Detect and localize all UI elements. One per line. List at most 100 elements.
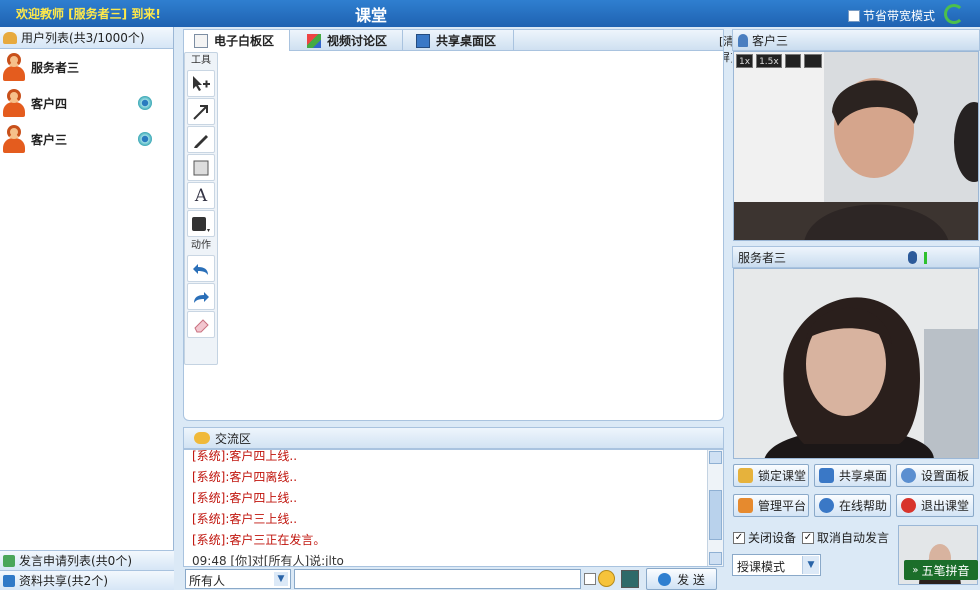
close-device-checkbox[interactable]: ✓ [733, 531, 745, 544]
camera-icon[interactable] [138, 96, 152, 110]
tab-label: 视频讨论区 [327, 34, 388, 48]
camera-icon[interactable] [138, 132, 152, 146]
welcome-text: 欢迎教师 [服务者三] 到来! [16, 7, 161, 21]
hand-icon [3, 554, 15, 567]
mode-value: 授课模式 [737, 560, 786, 574]
user-name: 客户四 [31, 96, 68, 111]
speak-request-list-header[interactable]: 发言申请列表(共0个) [0, 550, 174, 570]
share-desktop-button[interactable]: 共享桌面 [814, 464, 891, 487]
bold-checkbox[interactable] [584, 573, 596, 585]
user-list-title: 用户列表(共3/1000个) [21, 31, 145, 45]
user-row[interactable]: 客户三 [0, 121, 173, 157]
frame-icon[interactable] [784, 54, 801, 68]
video-header: 客户三 [732, 29, 980, 51]
exit-room-label: 退出课堂 [921, 499, 970, 513]
scroll-up-button[interactable] [709, 451, 722, 464]
video-title: 服务者三 [738, 250, 787, 265]
tab-share-desktop[interactable]: 共享桌面区 [406, 30, 514, 51]
chat-message-input[interactable] [294, 569, 581, 589]
user-list-header: 用户列表(共3/1000个) [0, 27, 173, 49]
user-name: 服务者三 [31, 60, 80, 75]
zoom-1-5x-button[interactable]: 1.5x [756, 54, 782, 68]
whiteboard-icon [194, 33, 208, 48]
users-icon [3, 31, 17, 44]
undo-icon[interactable] [187, 255, 215, 282]
file-share-header[interactable]: 资料共享(共2个) [0, 570, 174, 590]
refresh-icon[interactable] [944, 4, 964, 24]
chat-scrollbar[interactable] [707, 450, 723, 566]
settings-panel-label: 设置面板 [921, 469, 970, 483]
chat-message: [系统]:客户四上线.. [192, 491, 298, 505]
whiteboard-canvas[interactable] [183, 51, 724, 421]
select-move-icon[interactable] [187, 70, 215, 97]
ime-chevron-icon: » [912, 564, 919, 576]
user-row[interactable]: 服务者三 [0, 49, 173, 85]
online-help-button[interactable]: 在线帮助 [814, 494, 891, 517]
settings-panel-button[interactable]: 设置面板 [896, 464, 974, 487]
redo-icon[interactable] [187, 283, 215, 310]
chat-target-select[interactable]: 所有人 ▼ [185, 569, 291, 589]
send-button[interactable]: 发 送 [646, 568, 717, 590]
mic-level-indicator [924, 252, 927, 264]
fill-shape-icon[interactable] [187, 210, 215, 237]
admin-platform-button[interactable]: 管理平台 [733, 494, 809, 517]
lock-room-button[interactable]: 锁定课堂 [733, 464, 809, 487]
arrow-line-icon[interactable] [187, 98, 215, 125]
admin-platform-label: 管理平台 [758, 499, 807, 513]
main-tabs: 电子白板区 视频讨论区 共享桌面区 [清屏] [183, 29, 871, 64]
send-icon [658, 572, 672, 586]
cancel-auto-speak-option[interactable]: ✓ 取消自动发言 [802, 529, 889, 546]
chat-title: 交流区 [215, 431, 252, 446]
lock-room-label: 锁定课堂 [758, 469, 807, 483]
exit-room-button[interactable]: 退出课堂 [896, 494, 974, 517]
eraser-icon[interactable] [187, 311, 215, 338]
pin-icon[interactable] [738, 33, 748, 47]
rectangle-icon[interactable] [187, 154, 215, 181]
user-avatar-icon [2, 89, 26, 117]
scroll-thumb[interactable] [709, 490, 722, 540]
fullscreen-icon[interactable] [803, 54, 822, 68]
bandwidth-mode-toggle[interactable]: 节省带宽模式 [848, 7, 935, 24]
chat-log[interactable]: [系统]:客户四上线.. [系统]:客户四离线.. [系统]:客户四上线.. [… [183, 449, 724, 567]
ime-indicator[interactable]: » 五笔拼音 [904, 560, 978, 580]
user-name: 客户三 [31, 132, 68, 147]
gear-icon [901, 468, 916, 483]
chat-bubble-icon [194, 432, 210, 444]
monitor-icon [819, 468, 834, 483]
user-row[interactable]: 客户四 [0, 85, 173, 121]
chevron-down-icon: ▼ [802, 556, 819, 574]
chat-message: [系统]:客户四上线.. [192, 449, 298, 463]
user-avatar-icon [2, 53, 26, 81]
chat-target-value: 所有人 [189, 574, 226, 588]
text-tool-icon[interactable]: A [187, 182, 215, 209]
close-device-option[interactable]: ✓ 关闭设备 [733, 529, 796, 546]
video-discussion-icon [307, 33, 321, 48]
microphone-icon[interactable] [908, 251, 917, 264]
send-label: 发 送 [677, 572, 705, 587]
zoom-1x-button[interactable]: 1x [736, 54, 754, 68]
video-header: 服务者三 [732, 246, 980, 268]
pencil-icon[interactable] [187, 126, 215, 153]
ime-label: 五笔拼音 [921, 563, 970, 578]
video-feed[interactable] [733, 268, 979, 459]
tab-label: 电子白板区 [214, 34, 275, 48]
tab-video-discussion[interactable]: 视频讨论区 [297, 30, 403, 51]
video-panel: 客户三 1x 1.5x 服务者三 锁定课堂 共享桌面 设置面板 管理平台 在线帮… [732, 27, 980, 590]
emoji-icon[interactable] [598, 570, 615, 587]
user-avatar-icon [2, 125, 26, 153]
share-desktop-label: 共享桌面 [839, 469, 888, 483]
tools-label: 工具 [191, 55, 211, 66]
close-device-label: 关闭设备 [748, 531, 797, 545]
cancel-auto-speak-checkbox[interactable]: ✓ [802, 531, 814, 544]
file-share-title: 资料共享(共2个) [19, 574, 108, 588]
video-title: 客户三 [752, 33, 789, 48]
video-frame [734, 269, 978, 458]
home-icon [738, 498, 753, 513]
tab-whiteboard[interactable]: 电子白板区 [184, 30, 290, 51]
chat-message: [系统]:客户四离线.. [192, 470, 298, 484]
scroll-down-button[interactable] [709, 552, 722, 565]
mode-select[interactable]: 授课模式 ▼ [732, 554, 821, 576]
bandwidth-mode-checkbox[interactable] [848, 9, 860, 22]
video-feed[interactable]: 1x 1.5x [733, 51, 979, 241]
font-color-picker[interactable] [621, 570, 639, 588]
